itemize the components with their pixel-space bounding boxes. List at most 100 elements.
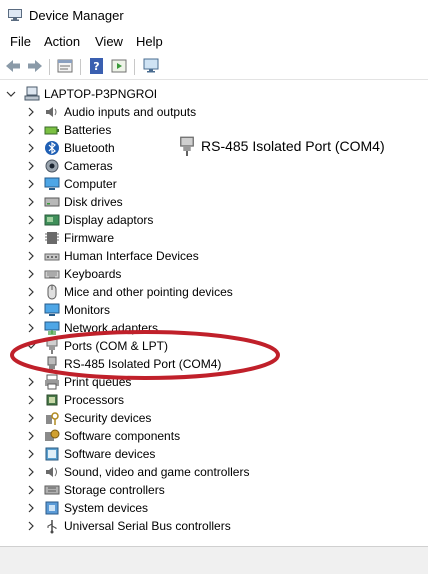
- tree-category-item[interactable]: Keyboards: [26, 265, 121, 283]
- system-device-icon: [45, 501, 59, 515]
- tree-category-item[interactable]: Mice and other pointing devices: [26, 283, 233, 301]
- chevron-right-icon[interactable]: [26, 103, 36, 121]
- software-component-icon: [45, 429, 60, 441]
- forward-arrow-icon[interactable]: [26, 57, 44, 75]
- computer-icon: [44, 177, 60, 190]
- chevron-right-icon[interactable]: [26, 517, 36, 535]
- chevron-right-icon[interactable]: [26, 373, 36, 391]
- tree-item-label: System devices: [64, 501, 149, 515]
- disk-drive-icon: [44, 197, 60, 207]
- tree-category-item[interactable]: Batteries: [26, 121, 111, 139]
- tree-category-item[interactable]: Security devices: [26, 409, 151, 427]
- help-icon[interactable]: ?: [88, 57, 106, 75]
- chevron-right-icon[interactable]: [26, 193, 36, 211]
- mouse-icon: [47, 284, 57, 300]
- tree-item-label: Sound, video and game controllers: [64, 465, 250, 479]
- tree-item-label: Cameras: [64, 159, 113, 173]
- tree-category-item[interactable]: Sound, video and game controllers: [26, 463, 249, 481]
- tree-item-label: Display adaptors: [64, 213, 154, 227]
- tree-item-label: Batteries: [64, 123, 112, 137]
- chevron-right-icon[interactable]: [26, 211, 36, 229]
- chevron-right-icon[interactable]: [26, 499, 36, 517]
- menu-file[interactable]: File: [10, 34, 31, 49]
- tree-item-label: Keyboards: [64, 267, 122, 281]
- back-arrow-icon[interactable]: [4, 57, 22, 75]
- menu-view[interactable]: View: [95, 34, 123, 49]
- chevron-right-icon[interactable]: [26, 391, 36, 409]
- tree-item-label: Processors: [64, 393, 125, 407]
- security-device-icon: [46, 412, 59, 425]
- chevron-right-icon[interactable]: [26, 445, 36, 463]
- chevron-right-icon[interactable]: [26, 229, 36, 247]
- chevron-right-icon[interactable]: [26, 409, 36, 427]
- title-bar: Device Manager: [0, 0, 428, 32]
- chevron-right-icon[interactable]: [26, 463, 36, 481]
- chevron-right-icon[interactable]: [26, 265, 36, 283]
- tree-category-item[interactable]: Software devices: [26, 445, 155, 463]
- tree-item-label: Bluetooth: [64, 141, 115, 155]
- tree-category-item[interactable]: Network adapters: [26, 319, 158, 337]
- computer-name: LAPTOP-P3PNGROI: [44, 87, 158, 101]
- chevron-right-icon[interactable]: [26, 121, 36, 139]
- chevron-down-icon[interactable]: [26, 337, 36, 355]
- tree-item-label: Firmware: [64, 231, 114, 245]
- tree-category-item[interactable]: Audio inputs and outputs: [26, 103, 196, 121]
- tree-item-label: Disk drives: [64, 195, 123, 209]
- tree-category-item[interactable]: Cameras: [26, 157, 113, 175]
- chevron-down-icon[interactable]: [6, 85, 16, 103]
- printer-icon: [45, 374, 59, 390]
- tree-item-label: Storage controllers: [64, 483, 165, 497]
- tree-category-item[interactable]: Firmware: [26, 229, 114, 247]
- device-manager-icon: [8, 9, 22, 21]
- firmware-icon: [45, 232, 59, 244]
- hid-icon: [44, 253, 60, 261]
- scan-hardware-icon[interactable]: [142, 57, 160, 75]
- tree-category-item[interactable]: Bluetooth: [26, 139, 115, 157]
- tree-category-item[interactable]: Universal Serial Bus controllers: [26, 517, 231, 535]
- bluetooth-icon: [45, 141, 59, 155]
- tree-category-item[interactable]: Disk drives: [26, 193, 123, 211]
- tree-item-label: RS-485 Isolated Port (COM4): [64, 357, 222, 371]
- tree-item-label: Print queues: [64, 375, 132, 389]
- chevron-right-icon[interactable]: [26, 139, 36, 157]
- software-device-icon: [45, 447, 59, 461]
- menu-bar: File Action View Help: [0, 32, 428, 52]
- tree-category-item[interactable]: Human Interface Devices: [26, 247, 199, 265]
- properties-icon[interactable]: [56, 57, 74, 75]
- chevron-right-icon[interactable]: [26, 301, 36, 319]
- tree-category-item[interactable]: Print queues: [26, 373, 131, 391]
- tree-category-item[interactable]: Processors: [26, 391, 124, 409]
- tree-item-label: Universal Serial Bus controllers: [64, 519, 231, 533]
- tree-category-item[interactable]: Storage controllers: [26, 481, 165, 499]
- tree-item-label: Security devices: [64, 411, 152, 425]
- monitor-icon: [44, 303, 60, 316]
- usb-icon: [47, 520, 57, 534]
- callout-text: RS-485 Isolated Port (COM4): [201, 138, 385, 154]
- tree-category-item[interactable]: Software components: [26, 427, 180, 445]
- menu-help[interactable]: Help: [136, 34, 163, 49]
- tree-category-item[interactable]: System devices: [26, 499, 148, 517]
- processor-icon: [46, 394, 58, 406]
- chevron-right-icon[interactable]: [26, 247, 36, 265]
- chevron-right-icon[interactable]: [26, 283, 36, 301]
- tree-item-label: Software components: [64, 429, 181, 443]
- tree-category-item[interactable]: Ports (COM & LPT): [26, 337, 168, 355]
- tree-category-item[interactable]: Computer: [26, 175, 117, 193]
- run-icon[interactable]: [110, 57, 128, 75]
- tree-root[interactable]: LAPTOP-P3PNGROI: [6, 85, 157, 103]
- tree-category-item[interactable]: Display adaptors: [26, 211, 153, 229]
- chevron-right-icon[interactable]: [26, 175, 36, 193]
- chevron-right-icon[interactable]: [26, 481, 36, 499]
- chevron-right-icon[interactable]: [26, 157, 36, 175]
- chevron-right-icon[interactable]: [26, 427, 36, 445]
- sound-controller-icon: [46, 467, 57, 477]
- tree-child-item[interactable]: RS-485 Isolated Port (COM4): [44, 355, 221, 373]
- serial-port-icon: [180, 136, 194, 156]
- tree-item-label: Ports (COM & LPT): [64, 339, 169, 353]
- toolbar-separator: [80, 59, 81, 75]
- tree-category-item[interactable]: Monitors: [26, 301, 110, 319]
- menu-action[interactable]: Action: [44, 34, 80, 49]
- chevron-right-icon[interactable]: [26, 319, 36, 337]
- window-title: Device Manager: [29, 8, 124, 23]
- tree-item-label: Software devices: [64, 447, 156, 461]
